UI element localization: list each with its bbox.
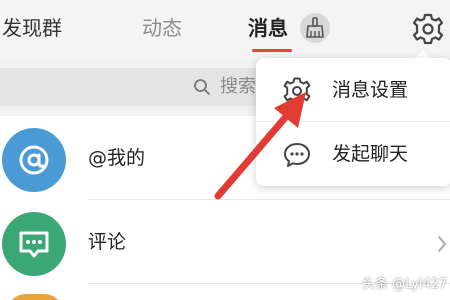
top-tab-bar: 发现群 动态 消息 [0, 0, 450, 58]
at-icon [19, 145, 49, 175]
list-item-label: @我的 [88, 147, 146, 169]
broom-icon [306, 17, 324, 38]
active-tab-indicator [252, 49, 292, 52]
tab-messages[interactable]: 消息 [248, 14, 288, 42]
chat-bubble-icon [284, 143, 310, 167]
list-item-comments[interactable]: 评论 [0, 200, 450, 284]
menu-item-start-chat[interactable]: 发起聊天 [256, 122, 450, 186]
gear-icon [283, 77, 311, 105]
search-placeholder: 搜索 [220, 76, 256, 97]
chevron-right-icon [438, 236, 446, 252]
gear-icon[interactable] [411, 12, 445, 46]
menu-item-label: 发起聊天 [332, 143, 409, 165]
mention-avatar [2, 128, 66, 192]
clear-unread-button[interactable] [300, 13, 330, 43]
messages-screen: 发现群 动态 消息 搜索 @我的 评论 消息设置 发起聊天 头条 @Lyl427 [0, 0, 450, 300]
tab-feed[interactable]: 动态 [142, 14, 182, 42]
tab-discover-groups[interactable]: 发现群 [2, 14, 62, 42]
comment-icon [19, 231, 49, 258]
settings-popup-menu: 消息设置 发起聊天 [256, 58, 450, 186]
menu-item-message-settings[interactable]: 消息设置 [256, 58, 450, 122]
partial-avatar [6, 294, 64, 300]
menu-item-label: 消息设置 [332, 79, 409, 101]
watermark-text: 头条 @Lyl427 [362, 277, 448, 292]
list-item-label: 评论 [88, 231, 127, 253]
comment-avatar [2, 212, 66, 276]
search-icon [194, 79, 210, 95]
